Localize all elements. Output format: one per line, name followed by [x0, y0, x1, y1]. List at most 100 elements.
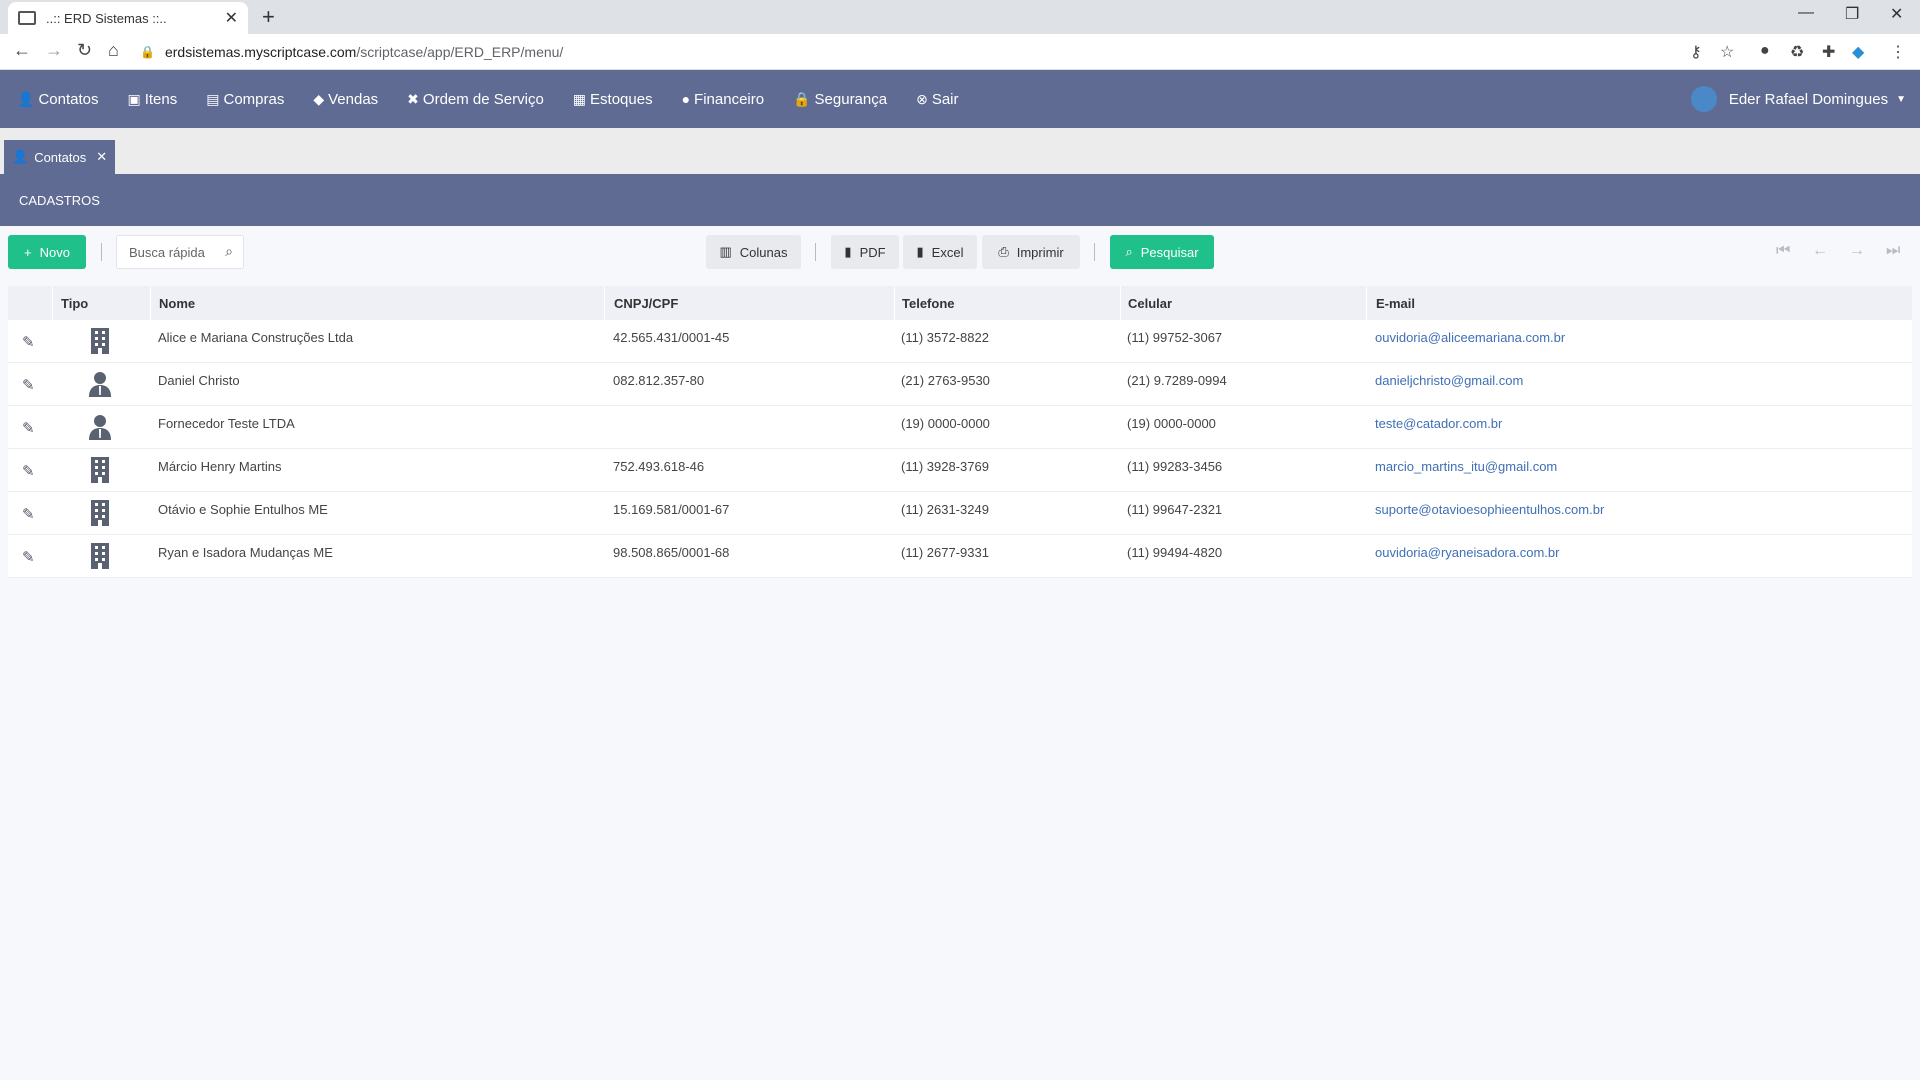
cell-celular: (11) 99752-3067	[1127, 330, 1223, 345]
divider	[815, 243, 816, 261]
building-icon	[88, 500, 112, 526]
app-tab-strip: 👤 Contatos ✕	[0, 128, 1920, 174]
pesquisar-button[interactable]: ⌕ Pesquisar	[1110, 235, 1214, 269]
menu-label: Segurança	[814, 90, 888, 108]
menu-label: Vendas	[328, 90, 379, 108]
new-tab-icon[interactable]: +	[262, 4, 275, 30]
tags-icon: ◆	[313, 90, 325, 107]
cell-celular: (11) 99494-4820	[1127, 545, 1223, 560]
header-nome[interactable]: Nome	[159, 296, 195, 311]
divider	[101, 243, 102, 261]
first-page-icon[interactable]: ⏮	[1776, 242, 1790, 260]
puzzle-icon[interactable]: ✚	[1822, 42, 1835, 62]
lock-icon: 🔒	[140, 45, 155, 59]
last-page-icon[interactable]: ⏭	[1886, 242, 1900, 260]
building-icon	[88, 328, 112, 354]
menu-financeiro[interactable]: ● Financeiro	[682, 91, 765, 108]
chevron-down-icon: ▼	[1896, 93, 1906, 105]
novo-label: Novo	[39, 244, 70, 260]
colunas-button[interactable]: ▥ Colunas	[706, 235, 801, 269]
cell-celular: (11) 99283-3456	[1127, 459, 1223, 474]
table-row[interactable]: ✎ Alice e Mariana Construções Ltda 42.565.…	[8, 320, 1912, 363]
browser-tab-title: ..:: ERD Sistemas ::..	[46, 10, 167, 26]
window-close-icon[interactable]: ✕	[1890, 4, 1903, 24]
cell-email[interactable]: marcio_martins_itu@gmail.com	[1375, 459, 1557, 474]
home-icon[interactable]: ⌂	[108, 40, 119, 61]
divider	[894, 286, 895, 320]
back-icon[interactable]: ←	[13, 40, 31, 61]
user-menu[interactable]: Eder Rafael Domingues ▼	[1690, 70, 1906, 128]
edit-icon[interactable]: ✎	[22, 376, 35, 394]
cell-cnpj: 98.508.865/0001-68	[613, 545, 730, 560]
menu-label: Itens	[144, 90, 178, 108]
cell-email[interactable]: danieljchristo@gmail.com	[1375, 373, 1523, 388]
money-icon: ●	[681, 91, 691, 107]
menu-label: Financeiro	[694, 90, 765, 108]
table-row[interactable]: ✎ Márcio Henry Martins 752.493.618-46 (11) …	[8, 449, 1912, 492]
menu-vendas[interactable]: ◆ Vendas	[313, 91, 378, 108]
novo-button[interactable]: + Novo	[8, 235, 86, 269]
table-row[interactable]: ✎ Daniel Christo 082.812.357-80 (21) 2763-9…	[8, 363, 1912, 406]
menu-compras[interactable]: ▤ Compras	[206, 91, 284, 108]
table-row[interactable]: ✎ Otávio e Sophie Entulhos ME 15.169.581/0…	[8, 492, 1912, 535]
browser-tab[interactable]: ..:: ERD Sistemas ::.. ✕	[8, 2, 248, 34]
header-celular[interactable]: Celular	[1128, 296, 1172, 311]
edit-icon[interactable]: ✎	[22, 333, 35, 351]
header-tipo[interactable]: Tipo	[61, 296, 88, 311]
divider	[604, 286, 605, 320]
tab-label: Contatos	[34, 149, 87, 165]
monitor-icon	[18, 11, 36, 25]
close-tab-icon[interactable]: ✕	[225, 8, 238, 28]
cell-telefone: (19) 0000-0000	[901, 416, 990, 431]
next-page-icon[interactable]: →	[1849, 242, 1865, 260]
edit-icon[interactable]: ✎	[22, 548, 35, 566]
edit-icon[interactable]: ✎	[22, 419, 35, 437]
menu-ordem-servico[interactable]: ✖ Ordem de Serviço	[407, 91, 544, 108]
cell-email[interactable]: teste@catador.com.br	[1375, 416, 1502, 431]
divider	[1120, 286, 1121, 320]
excel-button[interactable]: ▮ Excel	[903, 235, 977, 269]
table-row[interactable]: ✎ Ryan e Isadora Mudanças ME 98.508.865/00…	[8, 535, 1912, 578]
address-bar: ← → ↻ ⌂ 🔒 erdsistemas.myscriptcase.com /…	[0, 34, 1920, 70]
prev-page-icon[interactable]: ←	[1812, 242, 1828, 260]
menu-contatos[interactable]: 👤 Contatos	[17, 91, 98, 108]
menu-sair[interactable]: ⊗ Sair	[916, 91, 958, 108]
menu-itens[interactable]: ▣ Itens	[127, 91, 177, 108]
cell-email[interactable]: ouvidoria@aliceemariana.com.br	[1375, 330, 1565, 345]
forward-icon[interactable]: →	[45, 40, 63, 61]
imprimir-button[interactable]: ⎙ Imprimir	[982, 235, 1080, 269]
header-cnpj[interactable]: CNPJ/CPF	[614, 296, 678, 311]
tab-contatos[interactable]: 👤 Contatos ✕	[4, 140, 116, 174]
building-icon	[88, 543, 112, 569]
menu-seguranca[interactable]: 🔒 Segurança	[793, 91, 887, 108]
avatar	[1690, 86, 1717, 112]
columns-icon: ▥	[719, 244, 732, 259]
divider	[52, 286, 53, 320]
url-field[interactable]: 🔒 erdsistemas.myscriptcase.com /scriptca…	[140, 38, 1700, 66]
cell-nome: Alice e Mariana Construções Ltda	[158, 330, 354, 345]
edit-icon[interactable]: ✎	[22, 462, 35, 480]
header-telefone[interactable]: Telefone	[902, 296, 955, 311]
plus-icon: +	[24, 244, 32, 260]
table-row[interactable]: ✎ Fornecedor Teste LTDA (19) 0000-0000 (19)…	[8, 406, 1912, 449]
reload-icon[interactable]: ↻	[77, 40, 92, 61]
key-icon[interactable]: ⚷	[1690, 42, 1702, 62]
header-email[interactable]: E-mail	[1376, 296, 1415, 311]
pdf-button[interactable]: ▮ PDF	[831, 235, 899, 269]
search-icon[interactable]: ⌕	[225, 243, 233, 260]
star-icon[interactable]: ☆	[1720, 42, 1734, 62]
cell-email[interactable]: ouvidoria@ryaneisadora.com.br	[1375, 545, 1559, 560]
minimize-icon[interactable]: —	[1798, 4, 1814, 22]
cell-email[interactable]: suporte@otavioesophieentulhos.com.br	[1375, 502, 1604, 517]
menu-estoques[interactable]: ▦ Estoques	[573, 91, 653, 108]
search-input[interactable]: Busca rápida ⌕	[116, 235, 244, 269]
extension-es-icon[interactable]: ●	[1760, 42, 1770, 60]
browser-menu-icon[interactable]: ⋮	[1890, 42, 1906, 62]
restore-icon[interactable]: ❐	[1845, 4, 1859, 24]
cell-telefone: (11) 2631-3249	[901, 502, 989, 517]
extension-diamond-icon[interactable]: ◆	[1852, 42, 1864, 62]
pdf-icon: ▮	[844, 244, 852, 259]
close-icon[interactable]: ✕	[96, 149, 107, 165]
recycle-icon[interactable]: ♻	[1790, 42, 1804, 62]
edit-icon[interactable]: ✎	[22, 505, 35, 523]
